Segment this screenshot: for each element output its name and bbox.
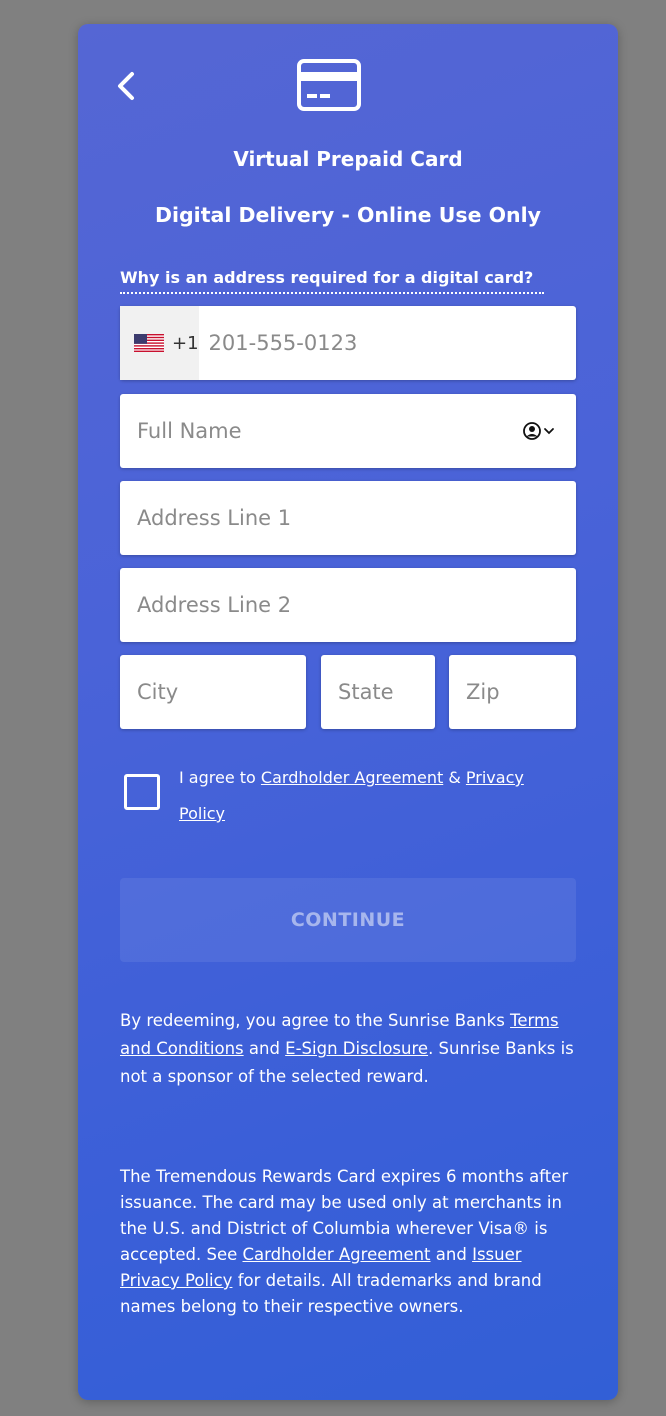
cardholder-agreement-link-footer[interactable]: Cardholder Agreement <box>243 1245 431 1264</box>
person-circle-icon[interactable] <box>522 421 556 441</box>
agree-prefix: I agree to <box>179 768 261 787</box>
phone-field: +1 <box>120 306 576 380</box>
disclaimer-text: and <box>430 1245 473 1264</box>
e-sign-disclosure-link[interactable]: E-Sign Disclosure <box>285 1039 428 1058</box>
chevron-left-icon[interactable] <box>112 68 140 104</box>
disclaimer-text: and <box>243 1039 286 1058</box>
country-code: +1 <box>172 332 199 354</box>
address-line-1-field <box>120 481 576 555</box>
full-name-field <box>120 394 576 468</box>
full-name-input[interactable] <box>120 394 576 468</box>
agree-checkbox[interactable] <box>124 774 160 810</box>
country-code-selector[interactable]: +1 <box>120 306 199 380</box>
continue-button[interactable]: CONTINUE <box>120 878 576 962</box>
page-title: Virtual Prepaid Card <box>233 147 463 171</box>
page-subtitle: Digital Delivery - Online Use Only <box>154 203 542 227</box>
why-address-link[interactable]: Why is an address required for a digital… <box>120 268 544 294</box>
zip-input[interactable] <box>449 655 576 729</box>
redeem-card-panel: Virtual Prepaid Card Digital Delivery - … <box>78 24 618 1400</box>
state-input[interactable] <box>321 655 435 729</box>
city-field <box>120 655 306 729</box>
agree-mid: & <box>443 768 466 787</box>
address-line-2-field <box>120 568 576 642</box>
address-line-1-input[interactable] <box>120 481 576 555</box>
card-terms-disclaimer: The Tremendous Rewards Card expires 6 mo… <box>120 1164 580 1320</box>
agree-label: I agree to Cardholder Agreement & Privac… <box>179 760 569 832</box>
zip-field <box>449 655 576 729</box>
city-input[interactable] <box>120 655 306 729</box>
cardholder-agreement-link[interactable]: Cardholder Agreement <box>261 768 443 787</box>
redeem-disclaimer: By redeeming, you agree to the Sunrise B… <box>120 1007 580 1091</box>
credit-card-icon <box>297 59 361 111</box>
us-flag-icon <box>134 334 164 352</box>
address-line-2-input[interactable] <box>120 568 576 642</box>
phone-input[interactable] <box>198 306 576 380</box>
disclaimer-text: By redeeming, you agree to the Sunrise B… <box>120 1011 511 1030</box>
state-field <box>321 655 435 729</box>
